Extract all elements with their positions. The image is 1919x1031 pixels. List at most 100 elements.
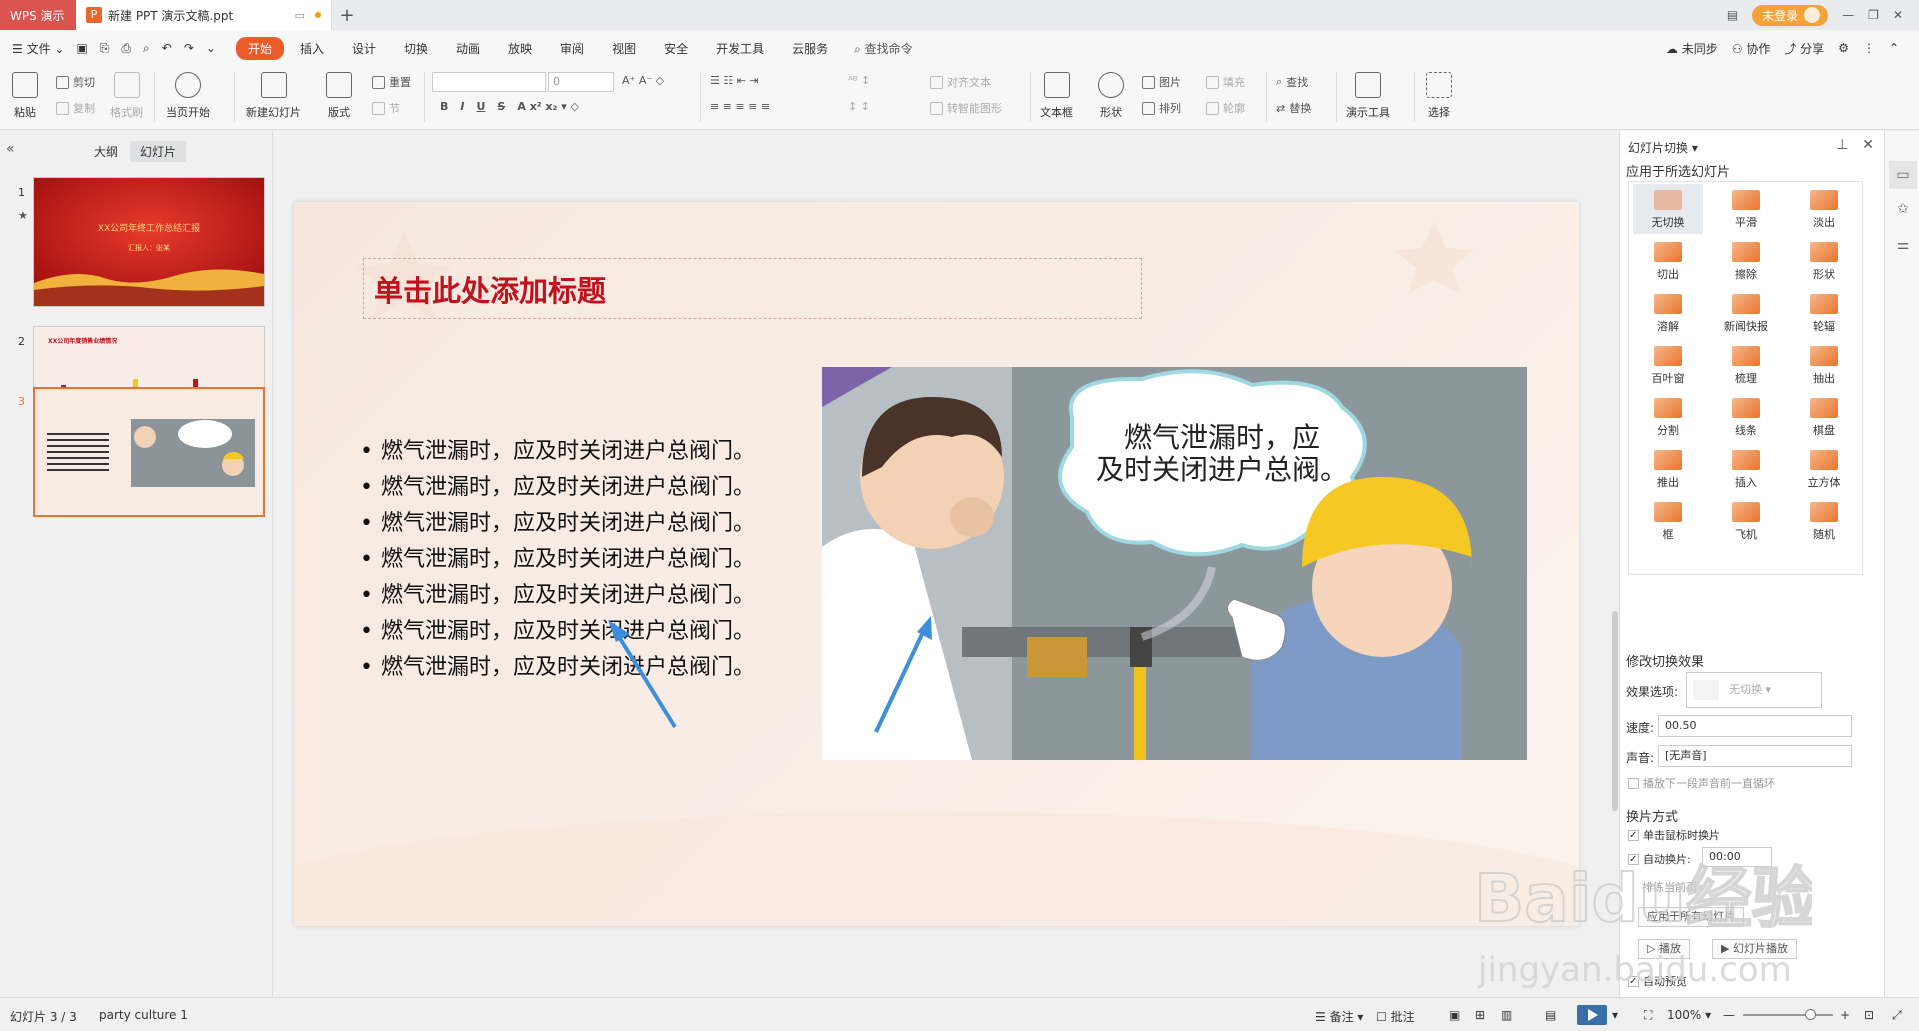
restore-icon[interactable]: ❐	[1868, 8, 1879, 22]
transition-wheel[interactable]: 轮辐	[1789, 288, 1859, 338]
picture-button[interactable]: 图片	[1142, 74, 1181, 90]
section-button[interactable]: 节	[372, 100, 400, 116]
wps-app-tab[interactable]: WPS 演示	[0, 0, 76, 30]
title-placeholder[interactable]: 单击此处添加标题	[363, 258, 1142, 319]
find-button[interactable]: ⌕ 查找	[1276, 74, 1308, 90]
slide-sorter-icon[interactable]: ⊞	[1475, 1008, 1485, 1022]
tab-slides[interactable]: 幻灯片	[130, 141, 187, 162]
quick-access-more-icon[interactable]: ⌄	[206, 41, 216, 55]
start-slideshow-button[interactable]	[1577, 1005, 1607, 1025]
normal-view-icon[interactable]: ▣	[1449, 1008, 1460, 1022]
undo-icon[interactable]: ↶	[162, 41, 172, 55]
transition-panel-icon[interactable]: ▭	[1889, 161, 1917, 189]
font-style-buttons[interactable]: B I U S A x² x₂ ▾ ◇	[440, 100, 579, 113]
tab-transitions[interactable]: 切换	[392, 37, 440, 60]
tab-insert[interactable]: 插入	[288, 37, 336, 60]
shape-button[interactable]: 形状	[1098, 72, 1124, 120]
effect-option-select[interactable]: 无切换 ▾	[1686, 672, 1822, 708]
file-menu[interactable]: ☰ 文件 ⌄	[12, 40, 64, 57]
font-size-buttons[interactable]: A⁺ A⁻ ◇	[622, 74, 664, 87]
arrange-button[interactable]: 排列	[1142, 100, 1181, 116]
transition-comb[interactable]: 梳理	[1711, 340, 1781, 390]
cartoon-image[interactable]: 燃气泄漏时，应 及时关闭进户总阀。	[822, 367, 1527, 760]
transition-lines[interactable]: 线条	[1711, 392, 1781, 442]
new-slide-button[interactable]: 新建幻灯片	[246, 72, 301, 120]
zoom-slider-handle[interactable]	[1805, 1009, 1816, 1020]
login-button[interactable]: 未登录	[1752, 4, 1829, 26]
tab-view[interactable]: 视图	[600, 37, 648, 60]
more-icon[interactable]: ⋮	[1863, 41, 1875, 55]
slide-thumbnail-3[interactable]	[33, 387, 265, 517]
align-text-button[interactable]: 对齐文本	[930, 74, 991, 90]
vertical-scrollbar[interactable]	[1611, 131, 1619, 997]
loop-sound-checkbox[interactable]: 播放下一段声音前一直循环	[1628, 775, 1775, 791]
zoom-in-icon[interactable]: +	[1840, 1008, 1850, 1022]
tab-design[interactable]: 设计	[340, 37, 388, 60]
panel-title[interactable]: 幻灯片切换 ▾	[1628, 139, 1698, 156]
collapse-ribbon-icon[interactable]: ⌃	[1889, 41, 1899, 55]
transition-split[interactable]: 分割	[1633, 392, 1703, 442]
outline-button[interactable]: 轮廓	[1206, 100, 1245, 116]
expand-icon[interactable]: ⤢	[1892, 1008, 1902, 1023]
layout-button[interactable]: 版式	[326, 72, 352, 120]
transition-blinds[interactable]: 百叶窗	[1633, 340, 1703, 390]
play-button[interactable]: ▷ 播放	[1638, 939, 1690, 959]
auto-advance-checkbox[interactable]: 自动换片:	[1628, 851, 1691, 867]
apply-all-button[interactable]: 应用于所有幻灯片	[1638, 907, 1744, 927]
layout-switch-icon[interactable]: ▤	[1727, 8, 1738, 22]
tab-security[interactable]: 安全	[652, 37, 700, 60]
transition-airplane[interactable]: 飞机	[1711, 496, 1781, 546]
close-panel-icon[interactable]: ✕	[1862, 137, 1874, 153]
animation-star-icon[interactable]: ✩	[1894, 201, 1912, 219]
notes-button[interactable]: ☰ 备注 ▾	[1315, 1008, 1363, 1025]
font-family-select[interactable]	[432, 72, 546, 92]
transition-box[interactable]: 框	[1633, 496, 1703, 546]
transition-smooth[interactable]: 平滑	[1711, 184, 1781, 234]
redo-icon[interactable]: ↷	[184, 41, 194, 55]
font-size-select[interactable]: 0	[548, 72, 614, 92]
properties-sliders-icon[interactable]: ⚌	[1894, 237, 1912, 255]
reading-view-icon[interactable]: ▥	[1501, 1008, 1512, 1022]
transition-random[interactable]: 随机	[1789, 496, 1859, 546]
new-tab-button[interactable]: +	[332, 5, 362, 26]
presenter-icon[interactable]: ▤	[1545, 1008, 1556, 1022]
bullet-list[interactable]: 燃气泄漏时，应及时关闭进户总阀门。 燃气泄漏时，应及时关闭进户总阀门。 燃气泄漏…	[360, 434, 755, 686]
settings-icon[interactable]: ⚙	[1838, 41, 1849, 55]
collaborate-button[interactable]: ⚇ 协作	[1732, 40, 1771, 57]
fit-window-icon[interactable]: ⛶	[1644, 1008, 1652, 1023]
transition-dissolve[interactable]: 溶解	[1633, 288, 1703, 338]
transition-cut[interactable]: 切出	[1633, 236, 1703, 286]
presentation-tools-button[interactable]: 演示工具	[1346, 72, 1390, 120]
play-from-current-button[interactable]: 当页开始	[166, 72, 210, 120]
transition-shape[interactable]: 形状	[1789, 236, 1859, 286]
comments-button[interactable]: ☐ 批注	[1376, 1008, 1415, 1025]
fill-button[interactable]: 填充	[1206, 74, 1245, 90]
transition-pull[interactable]: 抽出	[1789, 340, 1859, 390]
sound-select[interactable]: [无声音]	[1658, 745, 1852, 767]
fit-slide-icon[interactable]: ⊡	[1864, 1008, 1874, 1022]
minimize-icon[interactable]: —	[1842, 8, 1854, 22]
select-button[interactable]: 选择	[1426, 72, 1452, 120]
preview-icon[interactable]: ⌕	[143, 41, 150, 56]
transition-push[interactable]: 推出	[1633, 444, 1703, 494]
tab-start[interactable]: 开始	[235, 36, 284, 60]
copy-button[interactable]: 复制	[56, 100, 95, 116]
auto-preview-checkbox[interactable]: 自动预览	[1628, 973, 1687, 989]
document-tab[interactable]: P 新建 PPT 演示文稿.ppt ▭	[76, 0, 332, 30]
slideshow-options-icon[interactable]: ▾	[1612, 1008, 1618, 1022]
on-click-checkbox[interactable]: 单击鼠标时换片	[1628, 827, 1720, 843]
transition-cube[interactable]: 立方体	[1789, 444, 1859, 494]
align-buttons[interactable]: ≡ ≡ ≡ ≡ ≡	[710, 100, 770, 113]
slideshow-button[interactable]: ▶ 幻灯片播放	[1712, 939, 1797, 959]
speed-input[interactable]: 00.50	[1658, 715, 1852, 737]
zoom-out-icon[interactable]: —	[1723, 1008, 1735, 1022]
collapse-panel-icon[interactable]: «	[6, 141, 15, 157]
close-window-icon[interactable]: ✕	[1893, 8, 1903, 22]
zoom-level[interactable]: 100% ▾	[1667, 1008, 1711, 1022]
slide-3[interactable]: 单击此处添加标题 燃气泄漏时，应及时关闭进户总阀门。 燃气泄漏时，应及时关闭进户…	[294, 202, 1579, 926]
paste-button[interactable]: 粘贴	[12, 72, 38, 120]
save-icon[interactable]: ▣	[76, 41, 87, 55]
line-spacing-button[interactable]: ↕ ↕	[848, 100, 870, 113]
cut-button[interactable]: 剪切	[56, 74, 95, 90]
monitor-icon[interactable]: ▭	[295, 9, 305, 22]
